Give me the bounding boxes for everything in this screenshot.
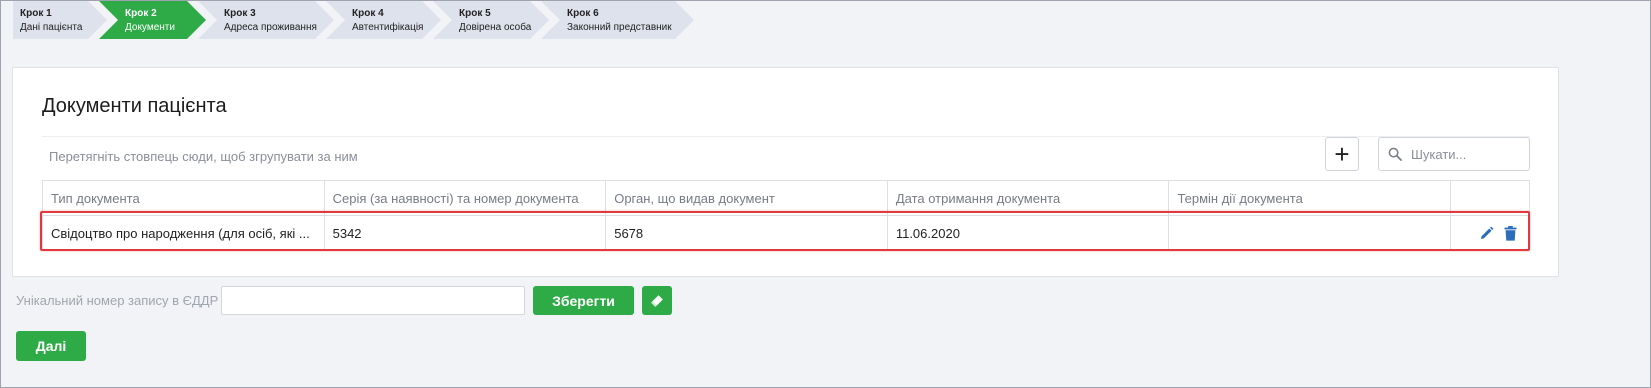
- search-icon: [1388, 147, 1402, 166]
- page-title: Документи пацієнта: [42, 95, 227, 117]
- cell-expiry: [1169, 216, 1452, 250]
- step-label: Довірена особа: [459, 22, 532, 33]
- column-header-type[interactable]: Тип документа: [43, 181, 325, 215]
- registry-number-label: Унікальний номер запису в ЄДДР: [16, 293, 219, 308]
- add-document-button[interactable]: +: [1325, 137, 1359, 171]
- step-4[interactable]: Крок 4 Автентифікація: [326, 1, 441, 39]
- pencil-icon[interactable]: [1479, 226, 1494, 241]
- step-1[interactable]: Крок 1 Дані пацієнта: [13, 1, 107, 39]
- step-number: Крок 2: [125, 8, 157, 19]
- trash-icon[interactable]: [1504, 225, 1517, 241]
- step-5[interactable]: Крок 5 Довірена особа: [433, 1, 549, 39]
- cell-number: 5342: [325, 216, 607, 250]
- step-label: Документи: [125, 22, 175, 33]
- cell-date: 11.06.2020: [888, 216, 1170, 250]
- column-header-date[interactable]: Дата отримання документа: [888, 181, 1170, 215]
- eraser-icon: [650, 294, 664, 308]
- registry-number-input[interactable]: [221, 286, 525, 315]
- clear-button[interactable]: [642, 286, 672, 315]
- step-number: Крок 5: [459, 8, 491, 19]
- cell-issuer: 5678: [606, 216, 888, 250]
- save-button[interactable]: Зберегти: [533, 286, 634, 315]
- documents-card: Документи пацієнта Перетягніть стовпець …: [12, 67, 1559, 277]
- step-2[interactable]: Крок 2 Документи: [99, 1, 206, 39]
- search-input[interactable]: [1409, 144, 1524, 164]
- stepper: Крок 1 Дані пацієнта Крок 2 Документи Кр…: [13, 1, 686, 39]
- search-box[interactable]: [1378, 137, 1530, 171]
- column-header-expiry[interactable]: Термін дії документа: [1169, 181, 1452, 215]
- cell-type: Свідоцтво про народження (для осіб, які …: [43, 216, 325, 250]
- table-row[interactable]: Свідоцтво про народження (для осіб, які …: [43, 216, 1529, 250]
- column-header-actions: [1451, 181, 1529, 215]
- step-6[interactable]: Крок 6 Законний представник: [541, 1, 694, 39]
- step-number: Крок 1: [20, 8, 52, 19]
- group-panel[interactable]: Перетягніть стовпець сюди, щоб згрупуват…: [42, 136, 1530, 180]
- step-label: Дані пацієнта: [20, 22, 83, 33]
- step-number: Крок 4: [352, 8, 384, 19]
- step-number: Крок 3: [224, 8, 256, 19]
- cell-actions: [1451, 216, 1529, 250]
- documents-table: Тип документа Серія (за наявності) та но…: [42, 180, 1530, 250]
- table-header: Тип документа Серія (за наявності) та но…: [43, 181, 1529, 216]
- step-label: Автентифікація: [352, 22, 424, 33]
- next-button[interactable]: Далі: [16, 331, 86, 361]
- column-header-issuer[interactable]: Орган, що видав документ: [606, 181, 888, 215]
- group-hint: Перетягніть стовпець сюди, щоб згрупуват…: [49, 149, 358, 164]
- step-label: Законний представник: [567, 22, 672, 33]
- cell-type-text: Свідоцтво про народження (для осіб, які …: [51, 225, 310, 241]
- step-label: Адреса проживання: [224, 22, 317, 33]
- step-number: Крок 6: [567, 8, 599, 19]
- step-3[interactable]: Крок 3 Адреса проживання: [198, 1, 334, 39]
- column-header-number[interactable]: Серія (за наявності) та номер документа: [325, 181, 607, 215]
